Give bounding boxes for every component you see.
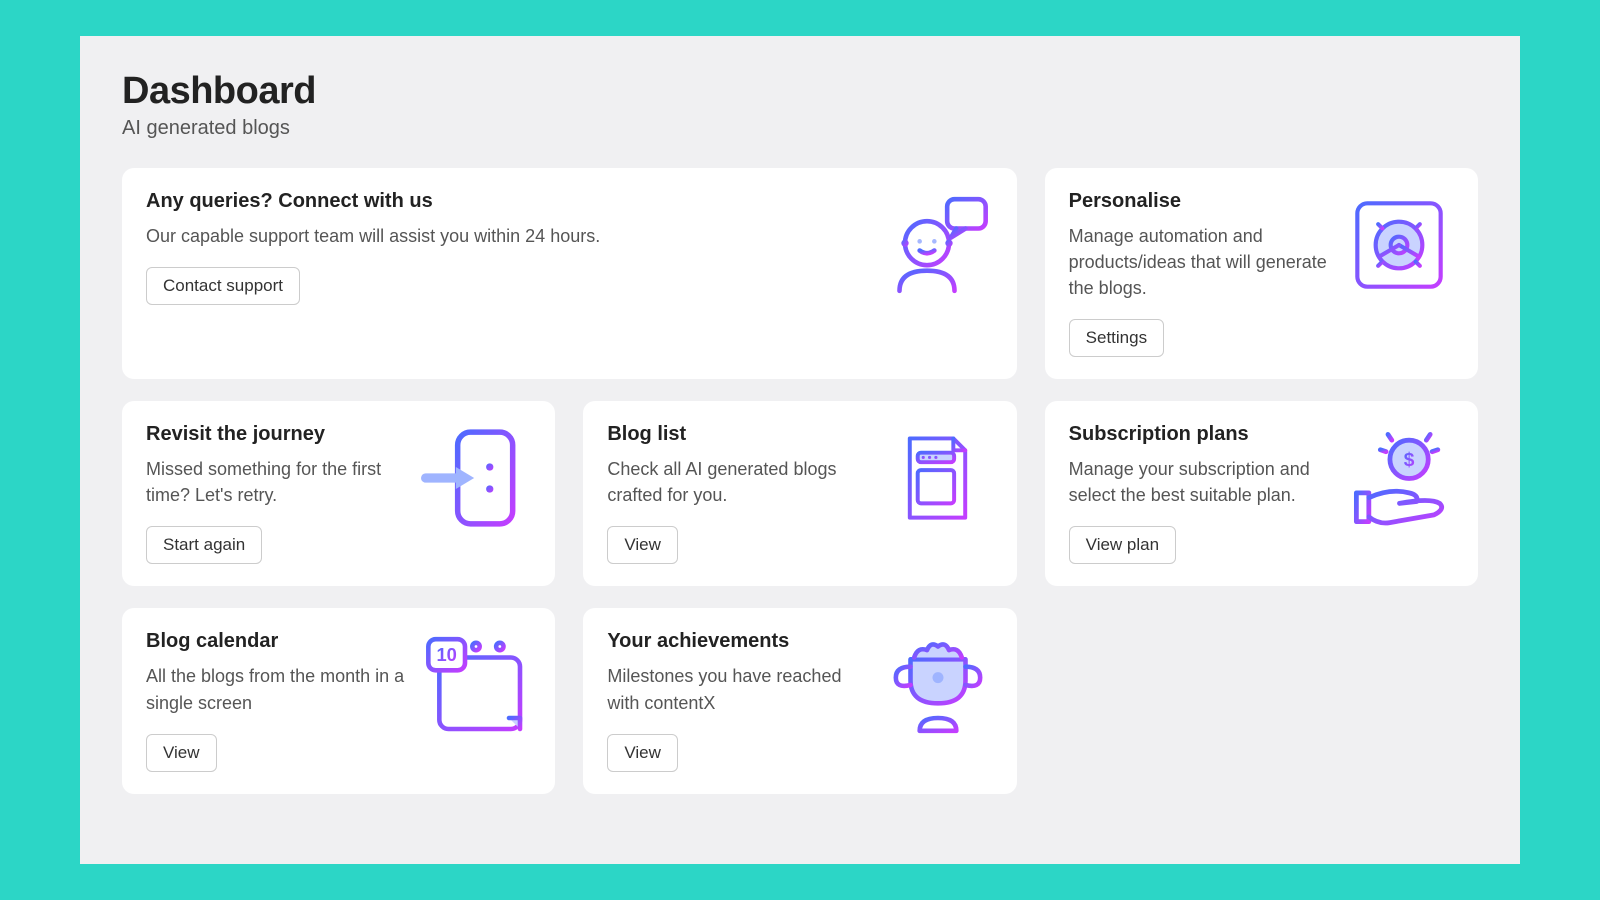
trophy-icon bbox=[883, 630, 993, 740]
card-support: Any queries? Connect with us Our capable… bbox=[122, 168, 1017, 379]
hand-coin-icon: $ bbox=[1344, 423, 1454, 533]
card-achievements-desc: Milestones you have reached with content… bbox=[607, 663, 866, 715]
card-revisit-title: Revisit the journey bbox=[146, 423, 405, 446]
card-bloglist-desc: Check all AI generated blogs crafted for… bbox=[607, 456, 866, 508]
svg-text:10: 10 bbox=[437, 645, 457, 666]
view-plan-button[interactable]: View plan bbox=[1069, 526, 1176, 564]
card-support-desc: Our capable support team will assist you… bbox=[146, 223, 600, 249]
card-support-title: Any queries? Connect with us bbox=[146, 190, 600, 213]
page-subtitle: AI generated blogs bbox=[122, 117, 1478, 140]
document-icon bbox=[883, 423, 993, 533]
calendar-icon: 10 bbox=[421, 630, 531, 740]
contact-support-button[interactable]: Contact support bbox=[146, 267, 300, 305]
card-achievements: Your achievements Milestones you have re… bbox=[583, 608, 1016, 793]
gear-icon bbox=[1344, 190, 1454, 300]
card-personalise: Personalise Manage automation and produc… bbox=[1045, 168, 1478, 379]
card-personalise-title: Personalise bbox=[1069, 190, 1328, 213]
card-subscription-title: Subscription plans bbox=[1069, 423, 1328, 446]
start-again-button[interactable]: Start again bbox=[146, 526, 262, 564]
bloglist-view-button[interactable]: View bbox=[607, 526, 678, 564]
card-calendar: Blog calendar All the blogs from the mon… bbox=[122, 608, 555, 793]
svg-text:$: $ bbox=[1403, 450, 1414, 471]
card-subscription-desc: Manage your subscription and select the … bbox=[1069, 456, 1328, 508]
settings-button[interactable]: Settings bbox=[1069, 319, 1164, 357]
card-personalise-desc: Manage automation and products/ideas tha… bbox=[1069, 223, 1328, 301]
card-subscription: Subscription plans Manage your subscript… bbox=[1045, 401, 1478, 586]
card-bloglist-title: Blog list bbox=[607, 423, 866, 446]
page-header: Dashboard AI generated blogs bbox=[122, 70, 1478, 140]
card-revisit-desc: Missed something for the first time? Let… bbox=[146, 456, 405, 508]
card-calendar-title: Blog calendar bbox=[146, 630, 405, 653]
card-achievements-title: Your achievements bbox=[607, 630, 866, 653]
door-enter-icon bbox=[421, 423, 531, 533]
card-calendar-desc: All the blogs from the month in a single… bbox=[146, 663, 405, 715]
achievements-view-button[interactable]: View bbox=[607, 734, 678, 772]
card-revisit: Revisit the journey Missed something for… bbox=[122, 401, 555, 586]
calendar-view-button[interactable]: View bbox=[146, 734, 217, 772]
card-bloglist: Blog list Check all AI generated blogs c… bbox=[583, 401, 1016, 586]
page-title: Dashboard bbox=[122, 70, 1478, 113]
support-agent-icon bbox=[883, 190, 993, 300]
